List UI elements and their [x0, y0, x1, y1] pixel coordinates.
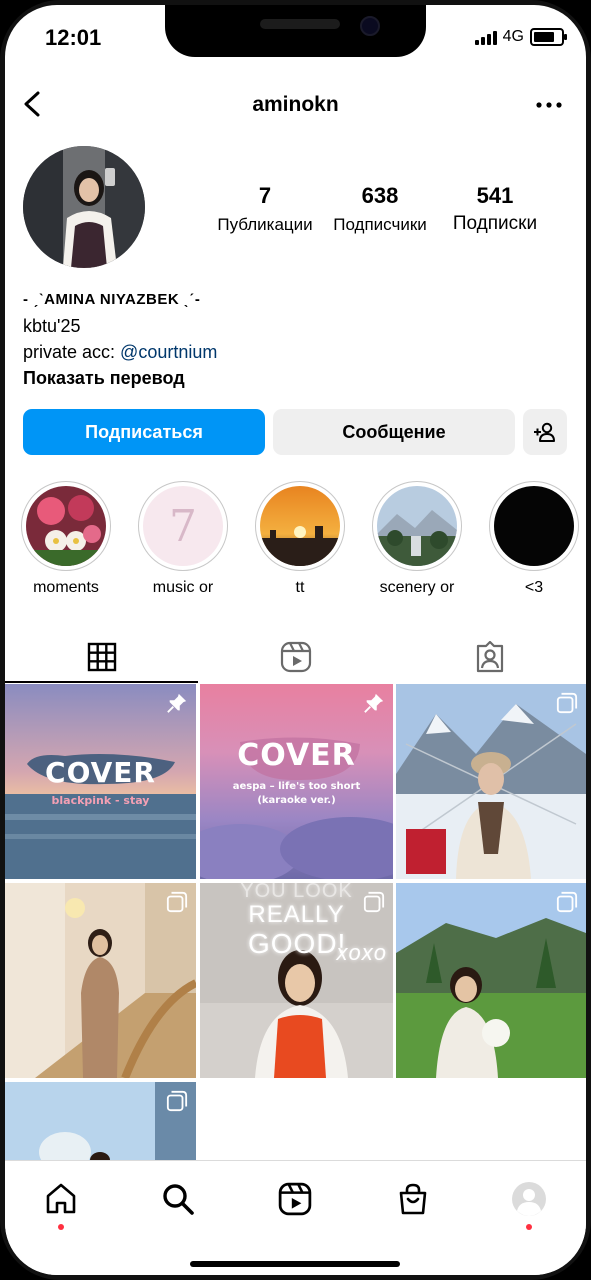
posts-label: Публикации	[217, 215, 313, 234]
search-icon	[163, 1184, 194, 1215]
highlight-cover	[26, 486, 106, 566]
front-camera	[360, 16, 380, 36]
highlight-ring	[21, 481, 111, 571]
stat-following[interactable]: 541 Подписки	[442, 183, 548, 235]
tagged-icon	[476, 641, 503, 673]
signal-icon	[474, 29, 497, 45]
tab-reels[interactable]	[199, 630, 392, 684]
bio-line-2: private acc: @courtnium	[23, 339, 217, 365]
highlight-ring	[255, 481, 345, 571]
bio-line-1: kbtu'25	[23, 316, 81, 336]
bottom-navigation	[5, 1160, 586, 1275]
highlight-ring	[489, 481, 579, 571]
profile-tabs	[5, 630, 586, 684]
highlight-cover	[377, 486, 457, 566]
home-indicator[interactable]	[190, 1261, 400, 1267]
nav-reels[interactable]	[275, 1179, 315, 1219]
highlight-moments[interactable]: moments	[20, 481, 112, 597]
notch	[165, 5, 426, 57]
highlight-cover	[260, 486, 340, 566]
highlight-ring: 7	[138, 481, 228, 571]
highlight-scenery[interactable]: scenery or	[371, 481, 463, 597]
stat-posts[interactable]: 7 Публикации	[210, 183, 320, 235]
shop-bag-icon	[399, 1183, 427, 1215]
nav-shop[interactable]	[393, 1179, 433, 1219]
grid-icon	[87, 642, 116, 672]
carousel-icon	[556, 891, 578, 913]
message-button[interactable]: Сообщение	[273, 409, 515, 455]
highlight-label: tt	[295, 579, 305, 596]
screen: 12:01 4G aminokn 7 Публикации 638 Подпис…	[5, 5, 586, 1275]
profile-avatar[interactable]	[23, 146, 145, 268]
battery-icon	[530, 28, 567, 46]
add-person-icon	[534, 422, 555, 442]
following-count: 541	[476, 183, 514, 208]
profile-bio: - ˏˋAMINA NIYAZBEK ˎˊ- kbtu'25 private a…	[23, 287, 217, 391]
more-options-icon[interactable]	[534, 93, 564, 117]
suggest-people-button[interactable]	[523, 409, 567, 455]
bio-prefix: private acc:	[23, 342, 121, 362]
profile-display-name: - ˏˋAMINA NIYAZBEK ˎˊ-	[23, 291, 201, 308]
status-icons: 4G	[474, 28, 567, 46]
post-tile[interactable]	[5, 883, 196, 1078]
followers-label: Подписчики	[333, 215, 427, 234]
speaker	[260, 19, 340, 29]
pinned-icon	[364, 693, 384, 713]
post-tile[interactable]	[396, 883, 586, 1078]
highlight-label: moments	[33, 579, 99, 596]
nav-search[interactable]	[158, 1179, 198, 1219]
show-translation-link[interactable]: Показать перевод	[23, 365, 217, 391]
follow-button[interactable]: Подписаться	[23, 409, 265, 455]
highlight-label: music or	[152, 579, 214, 596]
post-tile[interactable]	[396, 684, 586, 879]
highlight-tt[interactable]: tt	[254, 481, 346, 597]
highlight-label: <3	[524, 579, 544, 596]
following-label: Подписки	[452, 213, 538, 234]
highlight-heart[interactable]: <3	[488, 481, 580, 597]
carousel-icon	[166, 1090, 188, 1112]
pinned-icon	[167, 693, 187, 713]
highlight-cover	[494, 486, 574, 566]
post-tile[interactable]: COVER aespa – life's too short (karaoke …	[200, 684, 393, 879]
tab-tagged[interactable]	[393, 630, 586, 684]
tab-posts-grid[interactable]	[5, 630, 198, 684]
post-tile[interactable]	[5, 1082, 196, 1162]
active-tab-indicator	[5, 681, 198, 683]
notification-dot	[58, 1224, 64, 1230]
home-icon	[46, 1183, 76, 1214]
highlight-label: scenery or	[379, 579, 455, 596]
notification-dot	[526, 1224, 532, 1230]
neon-line-4: xoxo	[336, 940, 387, 965]
network-type: 4G	[502, 28, 524, 45]
highlight-number: 7	[169, 500, 197, 552]
stat-followers[interactable]: 638 Подписчики	[325, 183, 435, 235]
bio-mention-link[interactable]: @courtnium	[120, 342, 217, 362]
phone-frame: 12:01 4G aminokn 7 Публикации 638 Подпис…	[0, 0, 591, 1280]
cover-subtitle-2: (karaoke ver.)	[257, 795, 336, 806]
post-tile[interactable]: YOU LOOK REALLY GOOD! xoxo	[200, 883, 393, 1078]
carousel-icon	[556, 692, 578, 714]
nav-home[interactable]	[41, 1179, 81, 1219]
profile-username: aminokn	[252, 93, 339, 116]
cover-title: COVER	[45, 756, 156, 789]
profile-avatar-icon	[512, 1182, 546, 1216]
status-time: 12:01	[45, 25, 102, 50]
reels-icon	[280, 641, 311, 673]
cover-title: COVER	[237, 738, 356, 773]
reels-nav-icon	[278, 1182, 312, 1216]
highlight-music[interactable]: 7 music or	[137, 481, 229, 597]
post-tile[interactable]: COVER blackpink - stay	[5, 684, 196, 879]
posts-count: 7	[258, 183, 272, 208]
cover-subtitle: aespa – life's too short	[232, 781, 361, 792]
profile-header: aminokn	[5, 85, 586, 125]
highlight-cover: 7	[143, 486, 223, 566]
highlight-ring	[372, 481, 462, 571]
followers-count: 638	[361, 183, 399, 208]
carousel-icon	[166, 891, 188, 913]
carousel-icon	[363, 891, 385, 913]
nav-profile[interactable]	[509, 1179, 549, 1219]
cover-subtitle: blackpink - stay	[51, 794, 150, 807]
